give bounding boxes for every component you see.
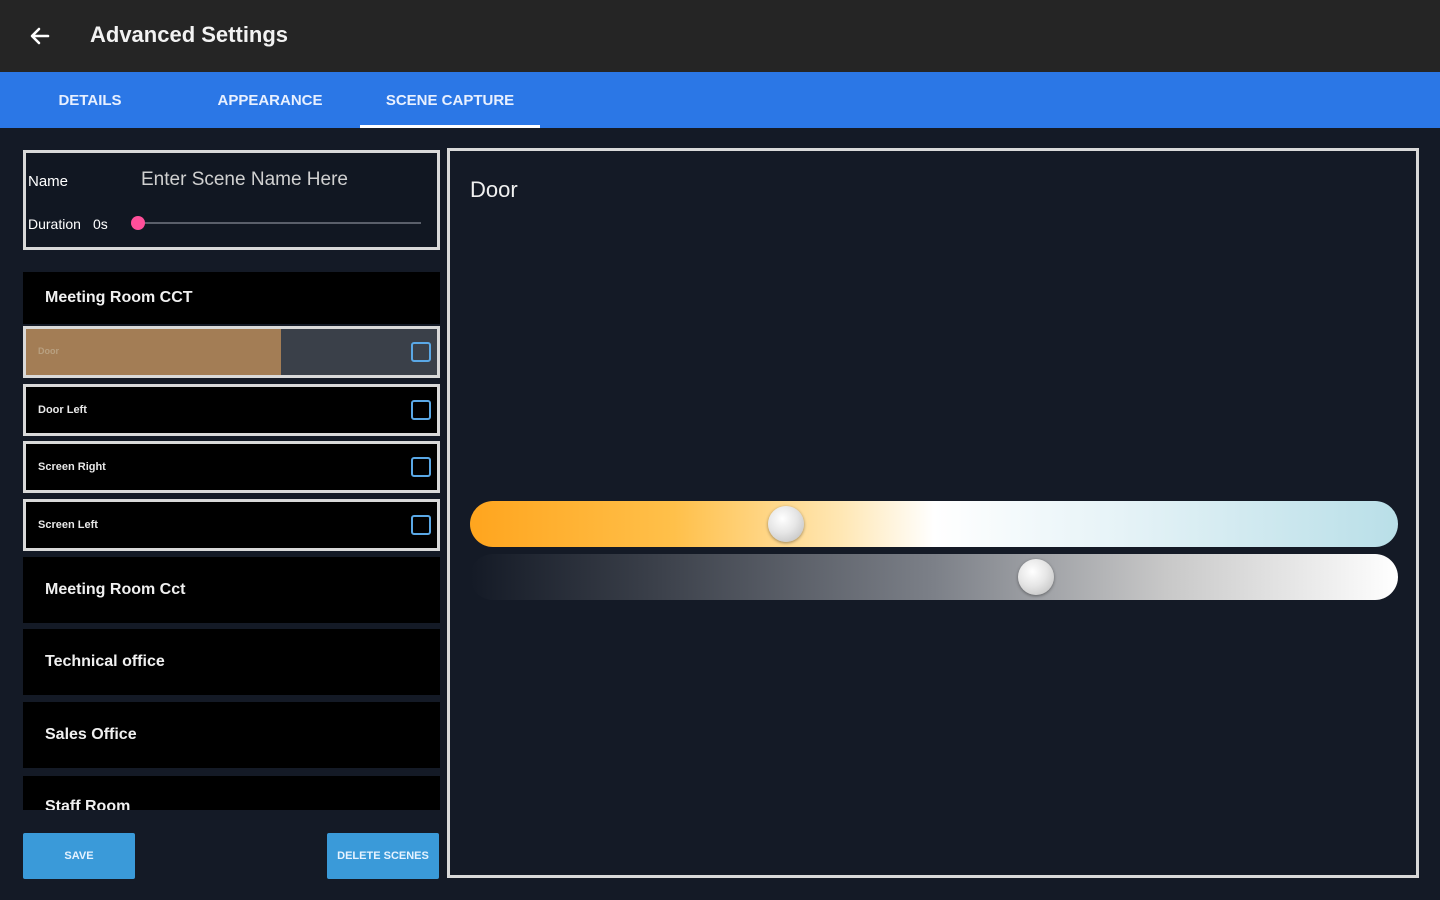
duration-slider-track[interactable]: [136, 222, 421, 224]
duration-slider-thumb[interactable]: [131, 216, 145, 230]
save-button[interactable]: SAVE: [23, 833, 135, 879]
light-row-screen-left[interactable]: Screen Left: [23, 499, 440, 551]
light-checkbox[interactable]: [411, 400, 431, 420]
tab-appearance[interactable]: APPEARANCE: [180, 72, 360, 128]
light-row-label: Door Left: [38, 404, 87, 416]
light-detail-panel: Door: [447, 148, 1419, 878]
light-row-screen-right[interactable]: Screen Right: [23, 441, 440, 493]
arrow-left-icon[interactable]: [26, 22, 54, 50]
light-row-label: Screen Right: [38, 461, 106, 473]
brightness-slider-thumb[interactable]: [1018, 559, 1054, 595]
color-temperature-slider[interactable]: [470, 501, 1398, 547]
tab-details[interactable]: DETAILS: [0, 72, 180, 128]
scene-name-input[interactable]: [141, 165, 411, 195]
tab-bar: DETAILS APPEARANCE SCENE CAPTURE: [0, 72, 1440, 128]
duration-label: Duration: [28, 216, 81, 232]
color-temperature-slider-thumb[interactable]: [768, 506, 804, 542]
delete-scenes-button[interactable]: DELETE SCENES: [327, 833, 439, 879]
light-checkbox[interactable]: [411, 515, 431, 535]
scene-form: Name Duration 0s: [23, 150, 440, 250]
app-bar: Advanced Settings: [0, 0, 1440, 72]
group-header-staff-room[interactable]: Staff Room: [23, 776, 440, 810]
page-title: Advanced Settings: [90, 22, 289, 47]
group-header-technical-office[interactable]: Technical office: [23, 629, 440, 695]
light-row-door[interactable]: Door: [23, 326, 440, 378]
group-header-meeting-room-cct[interactable]: Meeting Room CCT: [23, 272, 440, 324]
group-header-meeting-room-cct-2[interactable]: Meeting Room Cct: [23, 557, 440, 623]
light-row-door-left[interactable]: Door Left: [23, 384, 440, 436]
group-header-sales-office[interactable]: Sales Office: [23, 702, 440, 768]
light-checkbox[interactable]: [411, 457, 431, 477]
light-group-list[interactable]: Meeting Room CCT Door Door Left Screen R…: [23, 272, 440, 810]
light-level-fill: [26, 329, 281, 375]
brightness-slider[interactable]: [470, 554, 1398, 600]
name-label: Name: [28, 173, 69, 190]
tab-scene-capture[interactable]: SCENE CAPTURE: [360, 72, 540, 128]
light-row-label: Door: [38, 346, 59, 356]
duration-value: 0s: [93, 216, 108, 232]
light-checkbox[interactable]: [411, 342, 431, 362]
light-row-label: Screen Left: [38, 519, 98, 531]
light-detail-title: Door: [470, 177, 518, 202]
